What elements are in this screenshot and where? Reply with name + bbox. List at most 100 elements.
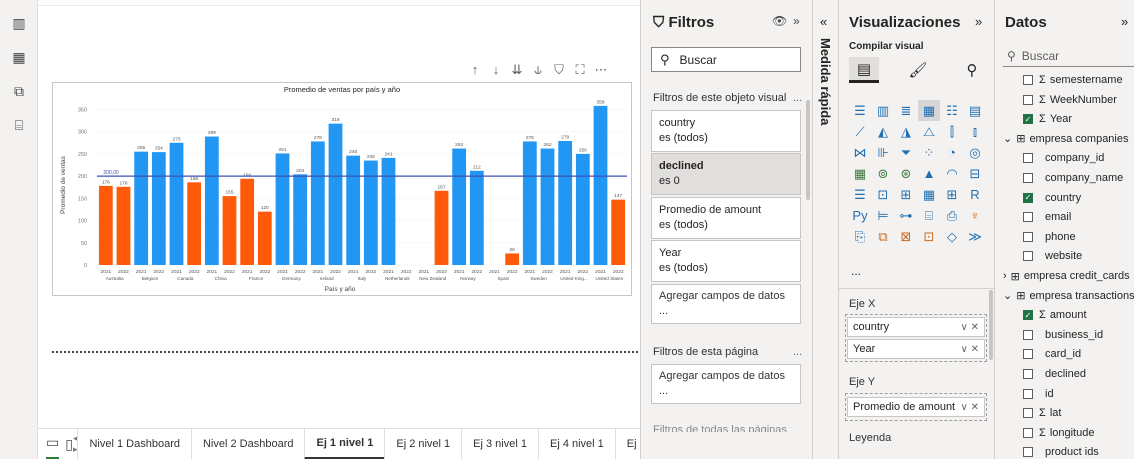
- power-apps-icon[interactable]: ⧉: [872, 226, 894, 247]
- data-field-row[interactable]: ✓ Σ Year: [995, 109, 1134, 129]
- chevron-down-icon[interactable]: ⌄: [1003, 132, 1012, 145]
- filters-scrollbar[interactable]: [806, 100, 810, 200]
- y-axis-field-amount[interactable]: Promedio de amount ∨ ✕: [847, 397, 985, 417]
- diamond-icon[interactable]: ◇: [941, 226, 963, 247]
- filter-card-year[interactable]: Year es (todos): [651, 240, 801, 282]
- chevron-visual-icon[interactable]: ≫: [964, 226, 986, 247]
- expand-hierarchy-icon[interactable]: ⫝: [531, 62, 545, 78]
- multirow-card-icon[interactable]: ☰: [849, 184, 871, 205]
- paginated-report-icon[interactable]: ⎘: [849, 226, 871, 247]
- eye-icon[interactable]: 👁: [772, 14, 787, 28]
- data-table-row[interactable]: ⌄ ⊞ empresa companies: [995, 129, 1134, 149]
- kpi-icon[interactable]: ⊡: [872, 184, 894, 205]
- build-visual-icon[interactable]: ▤: [849, 57, 879, 83]
- azure-map-icon[interactable]: ▲: [918, 163, 940, 184]
- data-field-row[interactable]: business_id: [995, 325, 1134, 345]
- filter-icon[interactable]: ⛉: [552, 62, 566, 78]
- narrative-icon[interactable]: ⎙: [941, 205, 963, 226]
- field-checkbox[interactable]: [1023, 349, 1033, 360]
- chevron-down-icon[interactable]: ⌄: [1003, 289, 1012, 302]
- table-view-icon[interactable]: ▦: [9, 48, 29, 66]
- waterfall-icon[interactable]: ⊪: [872, 142, 894, 163]
- page-tab[interactable]: Ej 1 nivel 1: [304, 428, 385, 459]
- filter-card-amount[interactable]: Promedio de amount es (todos): [651, 197, 801, 239]
- desktop-layout-icon[interactable]: ▭: [46, 429, 60, 459]
- data-field-row[interactable]: Σsemestername: [995, 70, 1134, 90]
- chevron-right-icon[interactable]: ›: [1003, 270, 1007, 282]
- data-field-row[interactable]: company_name: [995, 168, 1134, 188]
- focus-icon[interactable]: ⛶: [573, 62, 587, 78]
- key-influencers-icon[interactable]: ⊨: [872, 205, 894, 226]
- ribbon-chart-icon[interactable]: ⋈: [849, 142, 871, 163]
- data-field-row[interactable]: ✓ Σamount: [995, 305, 1134, 325]
- power-automate-icon[interactable]: ⊠: [895, 226, 917, 247]
- field-checkbox[interactable]: [1023, 251, 1033, 262]
- stacked-bar-icon[interactable]: ☰: [849, 100, 871, 121]
- arrow-up-icon[interactable]: ↑: [468, 62, 482, 78]
- stacked-area-icon[interactable]: ◮: [895, 121, 917, 142]
- line-column-icon[interactable]: ⫿: [941, 121, 963, 142]
- remove-field-icon[interactable]: ∨ ✕: [961, 322, 979, 333]
- collapse-filters-icon[interactable]: »: [793, 14, 800, 28]
- data-field-row[interactable]: email: [995, 207, 1134, 227]
- scatter-icon[interactable]: ⁘: [918, 142, 940, 163]
- field-checkbox[interactable]: [1023, 231, 1033, 242]
- page-tab[interactable]: Ej 2 nivel 1: [384, 428, 461, 459]
- double-down-icon[interactable]: ⇊: [510, 62, 524, 78]
- add-page-filter-drop[interactable]: Agregar campos de datos ...: [651, 364, 801, 404]
- slicer-icon[interactable]: ⊞: [895, 184, 917, 205]
- area-chart-icon[interactable]: ◭: [872, 121, 894, 142]
- arrow-down-icon[interactable]: ↓: [489, 62, 503, 78]
- data-field-row[interactable]: Σ WeekNumber: [995, 90, 1134, 110]
- data-field-row[interactable]: Σlat: [995, 403, 1134, 423]
- field-checkbox[interactable]: ✓: [1023, 114, 1033, 125]
- custom-visual-icon[interactable]: ⊡: [918, 226, 940, 247]
- data-field-row[interactable]: website: [995, 246, 1134, 266]
- decomposition-tree-icon[interactable]: ⊶: [895, 205, 917, 226]
- filled-map-icon[interactable]: ⊛: [895, 163, 917, 184]
- data-search-input[interactable]: ⚲ Buscar: [1003, 45, 1134, 67]
- area-100-icon[interactable]: ⧍: [918, 121, 940, 142]
- page-tab[interactable]: Nivel 2 Dashboard: [190, 428, 305, 459]
- table-icon[interactable]: ▦: [918, 184, 940, 205]
- filters-search-input[interactable]: ⚲ Buscar: [651, 47, 801, 72]
- model-view-icon[interactable]: ⧉: [9, 82, 29, 100]
- bar-chart-visual[interactable]: Promedio de ventas por país y año 0 50 100 1…: [52, 82, 632, 296]
- page-tab[interactable]: Ej 3 nivel 1: [461, 428, 538, 459]
- data-field-row[interactable]: Σlongitude: [995, 423, 1134, 443]
- filter-card-declined[interactable]: declined es 0: [651, 153, 801, 195]
- python-visual-icon[interactable]: Py: [849, 205, 871, 226]
- page-tab[interactable]: Nivel 1 Dashboard: [77, 428, 191, 459]
- pie-icon[interactable]: ◔: [941, 142, 963, 163]
- report-canvas[interactable]: ↑ ↓ ⇊ ⫝ ⛉ ⛶ ⋯ Promedio de ventas por paí…: [38, 0, 640, 428]
- data-field-row[interactable]: company_id: [995, 148, 1134, 168]
- field-checkbox[interactable]: [1023, 447, 1033, 458]
- field-checkbox[interactable]: [1023, 212, 1033, 223]
- clustered-column-icon[interactable]: ▦: [918, 100, 940, 121]
- field-checkbox[interactable]: ✓: [1023, 310, 1033, 321]
- field-checkbox[interactable]: ✓: [1023, 192, 1033, 203]
- field-checkbox[interactable]: [1023, 388, 1033, 399]
- card-icon[interactable]: ⊟: [964, 163, 986, 184]
- map-icon[interactable]: ⊚: [872, 163, 894, 184]
- gauge-icon[interactable]: ◠: [941, 163, 963, 184]
- stacked-column-icon[interactable]: ▥: [872, 100, 894, 121]
- data-table-row[interactable]: › ⊞ empresa credit_cards: [995, 266, 1134, 286]
- data-field-row[interactable]: id: [995, 384, 1134, 404]
- qa-icon[interactable]: ⌸: [918, 205, 940, 226]
- collapse-viz-icon[interactable]: »: [975, 14, 982, 29]
- analytics-icon[interactable]: ⚲: [957, 57, 987, 83]
- remove-field-icon[interactable]: ∨ ✕: [961, 344, 979, 355]
- column-100-icon[interactable]: ▤: [964, 100, 986, 121]
- add-visual-filter-drop[interactable]: Agregar campos de datos ...: [651, 284, 801, 324]
- field-checkbox[interactable]: [1023, 408, 1033, 419]
- donut-icon[interactable]: ◎: [964, 142, 986, 163]
- data-table-row[interactable]: ⌄ ⊞ empresa transactions: [995, 286, 1134, 306]
- clustered-bar-icon[interactable]: ≣: [895, 100, 917, 121]
- viz-scrollbar[interactable]: [989, 290, 993, 360]
- data-field-row[interactable]: card_id: [995, 344, 1134, 364]
- data-field-row[interactable]: ✓ country: [995, 188, 1134, 208]
- field-checkbox[interactable]: [1023, 75, 1033, 85]
- remove-field-icon[interactable]: ∨ ✕: [961, 402, 979, 413]
- more-icon[interactable]: ...: [793, 346, 802, 358]
